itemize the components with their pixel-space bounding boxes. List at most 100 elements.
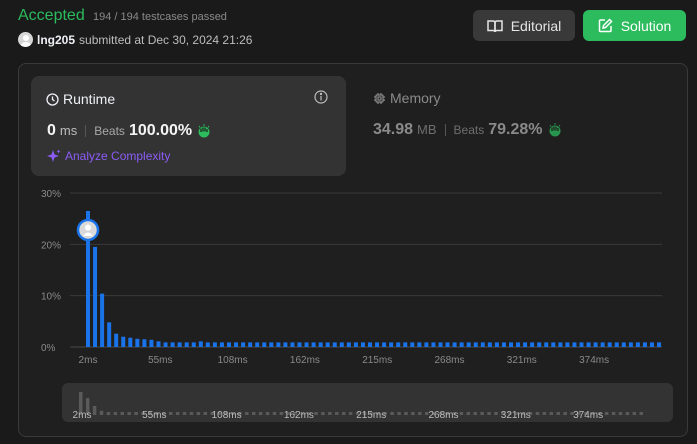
user-avatar-icon[interactable]	[18, 32, 33, 47]
bar[interactable]	[445, 342, 450, 347]
bar[interactable]	[628, 342, 633, 347]
navigator-minimap[interactable]: 2ms 55ms 108ms 162ms 215ms 268ms 321ms 374ms	[62, 383, 673, 422]
bar[interactable]	[304, 342, 309, 347]
bar[interactable]	[438, 342, 443, 347]
bar[interactable]	[205, 342, 210, 347]
bar[interactable]	[191, 342, 196, 347]
bar[interactable]	[516, 342, 521, 347]
bar[interactable]	[389, 342, 394, 347]
bar[interactable]	[501, 342, 506, 347]
bar[interactable]	[262, 342, 267, 347]
bar[interactable]	[558, 342, 563, 347]
bar[interactable]	[332, 342, 337, 347]
bar[interactable]	[227, 342, 231, 347]
bar[interactable]	[480, 342, 485, 347]
bar[interactable]	[360, 342, 365, 347]
bar[interactable]	[459, 342, 464, 347]
bar[interactable]	[311, 342, 316, 347]
navigator-bar	[168, 412, 173, 415]
runtime-card[interactable]: Runtime 0 ms Beats 100.00% Analyze Compl…	[31, 76, 346, 176]
bar[interactable]	[509, 342, 513, 347]
bar[interactable]	[114, 333, 119, 347]
navigator-bar	[494, 412, 498, 415]
bar[interactable]	[614, 342, 619, 347]
bar[interactable]	[100, 293, 105, 347]
bar[interactable]	[530, 342, 535, 347]
username-link[interactable]: lng205	[37, 33, 75, 47]
bar[interactable]	[642, 342, 647, 347]
bar[interactable]	[283, 342, 288, 347]
bar[interactable]	[586, 342, 591, 347]
runtime-distribution-chart[interactable]: 30% 20% 10% 0% 2ms 55ms 108ms 162ms 215ms 268ms 32…	[0, 180, 697, 380]
bar[interactable]	[269, 342, 274, 347]
bar[interactable]	[565, 342, 570, 347]
navigator-bar	[182, 412, 187, 415]
bar[interactable]	[579, 342, 584, 347]
bar[interactable]	[593, 342, 598, 347]
bar[interactable]	[487, 342, 492, 347]
bar[interactable]	[572, 342, 577, 347]
bar[interactable]	[431, 342, 436, 347]
bar[interactable]	[523, 342, 528, 347]
bar[interactable]	[107, 322, 112, 347]
bar[interactable]	[325, 342, 330, 347]
bar[interactable]	[135, 338, 140, 347]
bar[interactable]	[198, 341, 203, 347]
bar[interactable]	[128, 337, 133, 347]
bar[interactable]	[650, 342, 654, 347]
x-tick-label: 268ms	[434, 355, 464, 366]
bar[interactable]	[318, 342, 323, 347]
bar[interactable]	[156, 341, 161, 347]
bar[interactable]	[537, 342, 542, 347]
solution-button[interactable]: Solution	[583, 10, 686, 41]
bar[interactable]	[417, 342, 422, 347]
bar[interactable]	[657, 342, 662, 347]
bar[interactable]	[635, 342, 640, 347]
bar[interactable]	[170, 342, 175, 347]
bar[interactable]	[452, 342, 457, 347]
bar[interactable]	[396, 342, 401, 347]
bar[interactable]	[551, 342, 556, 347]
analyze-complexity-link[interactable]: Analyze Complexity	[47, 149, 170, 163]
bar[interactable]	[410, 342, 415, 347]
bar[interactable]	[607, 342, 612, 347]
bar[interactable]	[346, 342, 351, 347]
bar[interactable]	[177, 342, 182, 347]
bar[interactable]	[424, 342, 429, 347]
bar[interactable]	[466, 342, 471, 347]
navigator-bar	[466, 412, 471, 415]
bar[interactable]	[290, 342, 295, 347]
navigator-bar	[127, 412, 131, 415]
bar[interactable]	[184, 342, 189, 347]
bar[interactable]	[375, 342, 380, 347]
bar[interactable]	[255, 342, 260, 347]
bar[interactable]	[212, 342, 217, 347]
bar[interactable]	[276, 342, 281, 347]
bar[interactable]	[382, 342, 387, 347]
bar[interactable]	[600, 342, 605, 347]
bar[interactable]	[297, 342, 302, 347]
bar[interactable]	[544, 342, 549, 347]
bar[interactable]	[339, 342, 344, 347]
bar[interactable]	[121, 336, 126, 347]
bar[interactable]	[234, 342, 239, 347]
bar[interactable]	[353, 342, 358, 347]
bar[interactable]	[403, 342, 408, 347]
navigator-bar	[473, 412, 477, 415]
bar[interactable]	[621, 342, 626, 347]
bar[interactable]	[163, 342, 168, 347]
bar[interactable]	[93, 246, 98, 347]
chart-range-navigator[interactable]: 2ms 55ms 108ms 162ms 215ms 268ms 321ms 374ms	[62, 383, 673, 422]
memory-card[interactable]: Memory 34.98 MB Beats 79.28%	[373, 90, 560, 138]
bar[interactable]	[142, 339, 147, 347]
bar[interactable]	[473, 342, 478, 347]
bar[interactable]	[241, 342, 246, 347]
navigator-bar	[328, 412, 332, 415]
bar[interactable]	[494, 342, 499, 347]
bar[interactable]	[149, 339, 154, 347]
bar[interactable]	[368, 342, 372, 347]
bar[interactable]	[219, 342, 224, 347]
bar[interactable]	[248, 342, 253, 347]
info-icon[interactable]	[314, 90, 328, 104]
editorial-button[interactable]: Editorial	[473, 10, 575, 41]
